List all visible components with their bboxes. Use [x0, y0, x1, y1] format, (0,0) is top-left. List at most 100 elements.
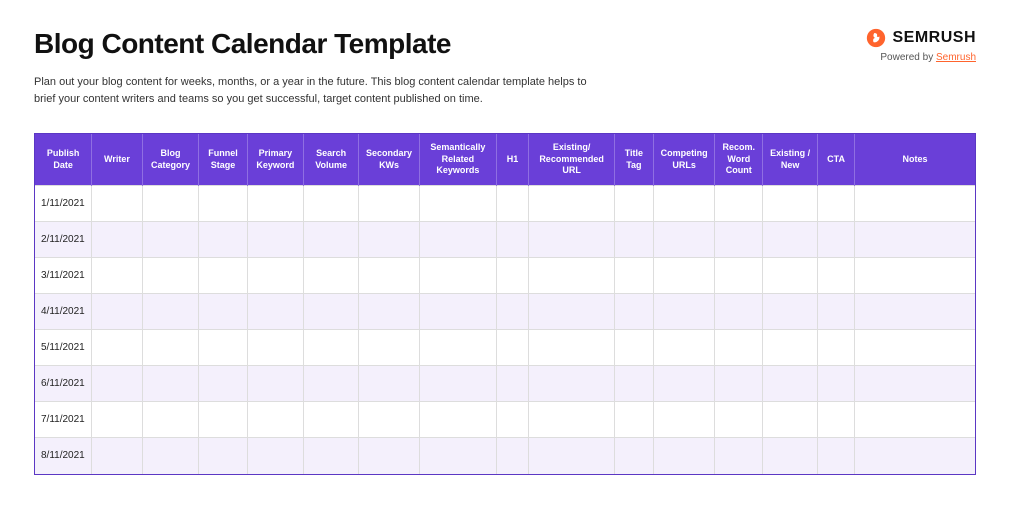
cell-funnel_stage[interactable] [199, 294, 247, 330]
cell-secondary_kws[interactable] [358, 258, 419, 294]
cell-url[interactable] [529, 186, 614, 222]
cell-primary_keyword[interactable] [247, 366, 304, 402]
cell-url[interactable] [529, 402, 614, 438]
cell-word_count[interactable] [715, 186, 763, 222]
powered-by-link[interactable]: Semrush [936, 52, 976, 63]
cell-title_tag[interactable] [614, 366, 653, 402]
cell-writer[interactable] [92, 366, 142, 402]
cell-competing_urls[interactable] [654, 402, 715, 438]
cell-title_tag[interactable] [614, 294, 653, 330]
cell-semantic_keywords[interactable] [420, 366, 497, 402]
cell-funnel_stage[interactable] [199, 366, 247, 402]
cell-publish_date[interactable]: 7/11/2021 [35, 402, 92, 438]
cell-url[interactable] [529, 258, 614, 294]
cell-cta[interactable] [817, 366, 854, 402]
cell-blog_category[interactable] [142, 258, 199, 294]
cell-competing_urls[interactable] [654, 366, 715, 402]
cell-existing_new[interactable] [763, 222, 818, 258]
cell-blog_category[interactable] [142, 222, 199, 258]
cell-semantic_keywords[interactable] [420, 402, 497, 438]
cell-title_tag[interactable] [614, 186, 653, 222]
cell-blog_category[interactable] [142, 186, 199, 222]
cell-cta[interactable] [817, 186, 854, 222]
cell-search_volume[interactable] [304, 402, 359, 438]
cell-search_volume[interactable] [304, 258, 359, 294]
cell-writer[interactable] [92, 258, 142, 294]
cell-publish_date[interactable]: 6/11/2021 [35, 366, 92, 402]
cell-cta[interactable] [817, 438, 854, 474]
cell-word_count[interactable] [715, 222, 763, 258]
cell-funnel_stage[interactable] [199, 186, 247, 222]
cell-blog_category[interactable] [142, 294, 199, 330]
cell-blog_category[interactable] [142, 438, 199, 474]
cell-url[interactable] [529, 438, 614, 474]
cell-notes[interactable] [855, 330, 975, 366]
cell-funnel_stage[interactable] [199, 258, 247, 294]
cell-search_volume[interactable] [304, 366, 359, 402]
cell-existing_new[interactable] [763, 366, 818, 402]
cell-word_count[interactable] [715, 366, 763, 402]
cell-competing_urls[interactable] [654, 258, 715, 294]
cell-word_count[interactable] [715, 438, 763, 474]
cell-h1[interactable] [496, 186, 529, 222]
cell-competing_urls[interactable] [654, 330, 715, 366]
cell-title_tag[interactable] [614, 222, 653, 258]
cell-secondary_kws[interactable] [358, 438, 419, 474]
cell-semantic_keywords[interactable] [420, 258, 497, 294]
cell-semantic_keywords[interactable] [420, 186, 497, 222]
cell-writer[interactable] [92, 186, 142, 222]
cell-competing_urls[interactable] [654, 186, 715, 222]
cell-writer[interactable] [92, 222, 142, 258]
cell-primary_keyword[interactable] [247, 330, 304, 366]
cell-writer[interactable] [92, 330, 142, 366]
cell-competing_urls[interactable] [654, 438, 715, 474]
cell-title_tag[interactable] [614, 402, 653, 438]
cell-semantic_keywords[interactable] [420, 222, 497, 258]
cell-word_count[interactable] [715, 258, 763, 294]
cell-url[interactable] [529, 330, 614, 366]
cell-semantic_keywords[interactable] [420, 330, 497, 366]
cell-url[interactable] [529, 294, 614, 330]
cell-blog_category[interactable] [142, 366, 199, 402]
cell-h1[interactable] [496, 330, 529, 366]
cell-word_count[interactable] [715, 330, 763, 366]
cell-funnel_stage[interactable] [199, 330, 247, 366]
cell-secondary_kws[interactable] [358, 330, 419, 366]
cell-notes[interactable] [855, 402, 975, 438]
cell-word_count[interactable] [715, 402, 763, 438]
cell-word_count[interactable] [715, 294, 763, 330]
cell-notes[interactable] [855, 294, 975, 330]
cell-publish_date[interactable]: 5/11/2021 [35, 330, 92, 366]
cell-h1[interactable] [496, 294, 529, 330]
cell-cta[interactable] [817, 402, 854, 438]
cell-existing_new[interactable] [763, 402, 818, 438]
cell-notes[interactable] [855, 258, 975, 294]
cell-semantic_keywords[interactable] [420, 438, 497, 474]
cell-blog_category[interactable] [142, 402, 199, 438]
cell-cta[interactable] [817, 222, 854, 258]
cell-existing_new[interactable] [763, 294, 818, 330]
cell-title_tag[interactable] [614, 438, 653, 474]
cell-funnel_stage[interactable] [199, 438, 247, 474]
cell-notes[interactable] [855, 366, 975, 402]
cell-h1[interactable] [496, 258, 529, 294]
cell-title_tag[interactable] [614, 258, 653, 294]
cell-primary_keyword[interactable] [247, 222, 304, 258]
cell-secondary_kws[interactable] [358, 186, 419, 222]
cell-secondary_kws[interactable] [358, 222, 419, 258]
cell-search_volume[interactable] [304, 330, 359, 366]
cell-notes[interactable] [855, 222, 975, 258]
cell-publish_date[interactable]: 3/11/2021 [35, 258, 92, 294]
cell-notes[interactable] [855, 438, 975, 474]
cell-primary_keyword[interactable] [247, 438, 304, 474]
cell-writer[interactable] [92, 438, 142, 474]
cell-competing_urls[interactable] [654, 222, 715, 258]
cell-existing_new[interactable] [763, 258, 818, 294]
cell-search_volume[interactable] [304, 186, 359, 222]
cell-writer[interactable] [92, 294, 142, 330]
cell-cta[interactable] [817, 258, 854, 294]
cell-existing_new[interactable] [763, 438, 818, 474]
cell-competing_urls[interactable] [654, 294, 715, 330]
cell-funnel_stage[interactable] [199, 222, 247, 258]
cell-h1[interactable] [496, 222, 529, 258]
